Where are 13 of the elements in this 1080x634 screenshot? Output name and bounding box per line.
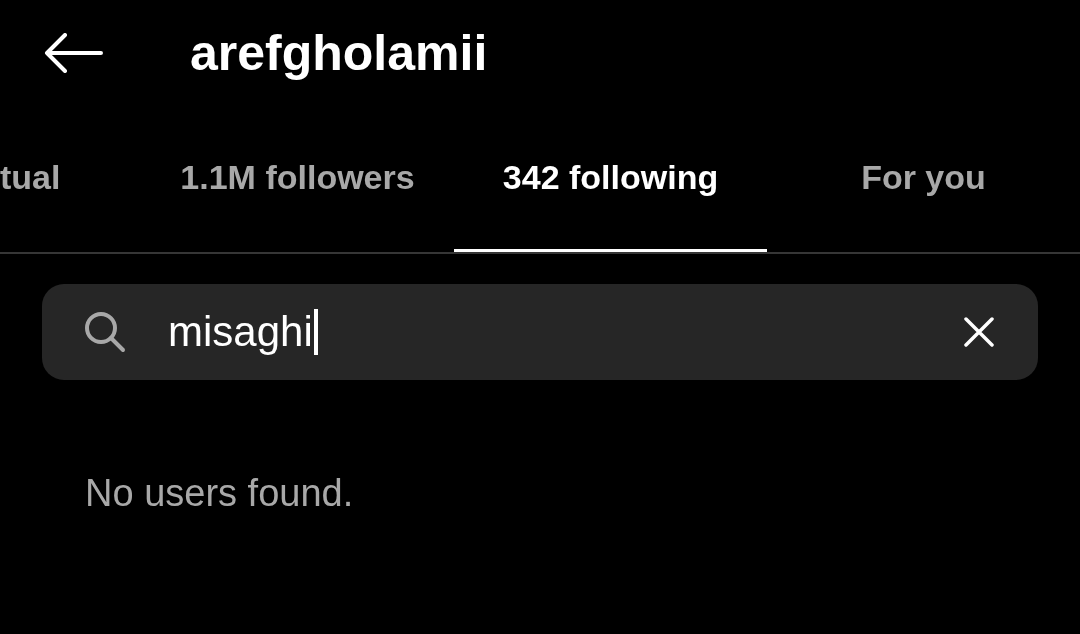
profile-username: arefgholamii xyxy=(190,28,488,78)
empty-message: No users found. xyxy=(85,474,355,512)
tab[interactable]: For you xyxy=(767,106,1080,252)
close-icon[interactable] xyxy=(964,317,994,347)
search-field[interactable]: misaghi xyxy=(42,284,1038,380)
back-arrow-icon xyxy=(43,33,103,73)
tab[interactable]: 342 following xyxy=(454,106,767,252)
tab[interactable]: tual xyxy=(0,106,141,252)
back-button[interactable] xyxy=(42,33,104,73)
search-icon xyxy=(84,311,126,353)
search-text: misaghi xyxy=(168,311,313,353)
text-cursor xyxy=(313,309,318,355)
tab[interactable]: 1.1M followers xyxy=(141,106,454,252)
